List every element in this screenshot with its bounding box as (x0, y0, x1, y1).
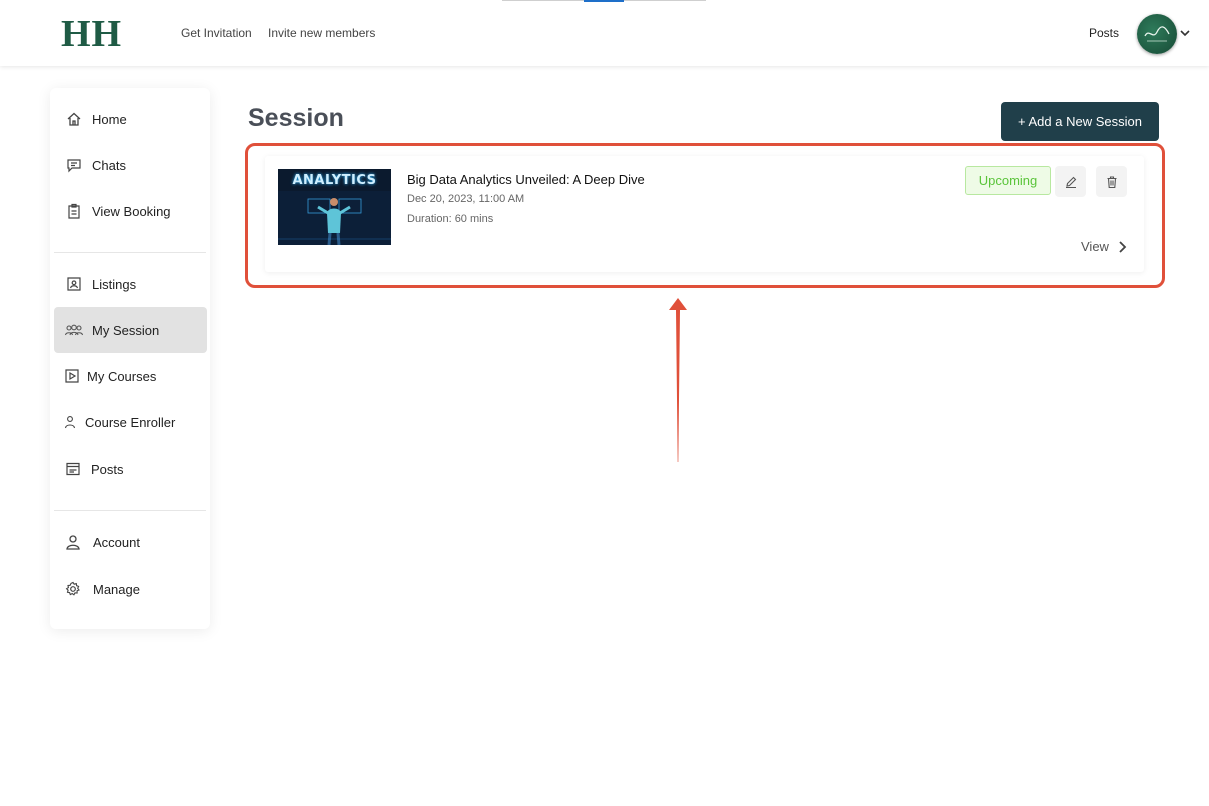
session-thumbnail[interactable]: ANALYTICS (278, 169, 391, 245)
sidebar-item-label: Account (93, 535, 140, 550)
view-label: View (1081, 239, 1109, 254)
invite-members-link[interactable]: Invite new members (268, 26, 375, 40)
sidebar-item-my-session[interactable]: My Session (54, 307, 207, 353)
thumbnail-illustration (278, 191, 391, 245)
loading-progress-fill (584, 0, 624, 2)
sidebar-item-view-booking[interactable]: View Booking (54, 188, 207, 234)
gear-icon (65, 581, 80, 596)
clipboard-icon (68, 203, 80, 219)
session-title[interactable]: Big Data Analytics Unveiled: A Deep Dive (407, 172, 645, 187)
play-square-icon (65, 369, 79, 383)
listing-icon (67, 277, 81, 291)
pencil-icon (1065, 176, 1076, 188)
view-session-link[interactable]: View (1081, 239, 1127, 254)
posts-link[interactable]: Posts (1089, 26, 1119, 40)
sidebar-item-course-enroller[interactable]: Course Enroller (54, 399, 207, 445)
status-badge: Upcoming (965, 166, 1051, 195)
sidebar-item-label: Listings (92, 277, 137, 292)
sidebar-item-label: Home (92, 112, 127, 127)
add-new-session-button[interactable]: + Add a New Session (1001, 102, 1159, 141)
sidebar: Home Chats View Booking Listings My Sess… (50, 88, 210, 629)
home-icon (67, 112, 81, 126)
sidebar-item-account[interactable]: Account (54, 519, 207, 565)
page-title: Session (248, 104, 344, 132)
sidebar-item-chats[interactable]: Chats (54, 142, 207, 188)
chevron-right-icon (1119, 240, 1127, 253)
delete-session-button[interactable] (1096, 166, 1127, 197)
logo[interactable]: HH (61, 12, 122, 56)
sidebar-item-label: Chats (92, 158, 126, 173)
sidebar-item-home[interactable]: Home (54, 96, 207, 142)
sidebar-divider (54, 252, 206, 253)
user-icon (66, 535, 80, 550)
user-avatar[interactable] (1137, 14, 1177, 54)
sidebar-item-label: Posts (91, 462, 124, 477)
sidebar-item-label: Course Enroller (85, 415, 176, 430)
trash-icon (1107, 175, 1116, 188)
sidebar-item-label: My Session (92, 323, 160, 338)
sidebar-item-label: View Booking (92, 204, 171, 219)
sidebar-item-manage[interactable]: Manage (54, 566, 207, 612)
edit-session-button[interactable] (1055, 166, 1086, 197)
sidebar-divider (54, 510, 206, 511)
window-icon (66, 462, 80, 476)
sidebar-item-posts[interactable]: Posts (54, 446, 207, 492)
get-invitation-link[interactable]: Get Invitation (181, 26, 252, 40)
top-navigation-bar: HH Get Invitation Invite new members Pos… (0, 0, 1209, 66)
chat-icon (67, 159, 81, 173)
sidebar-item-my-courses[interactable]: My Courses (54, 353, 207, 399)
group-icon (64, 324, 84, 336)
annotation-arrow-up (669, 298, 687, 462)
session-date: Dec 20, 2023, 11:00 AM (407, 193, 525, 205)
sidebar-item-label: My Courses (87, 369, 157, 384)
chevron-down-icon[interactable] (1179, 27, 1191, 39)
session-duration: Duration: 60 mins (407, 213, 494, 225)
sidebar-item-listings[interactable]: Listings (54, 261, 207, 307)
person-icon (64, 416, 76, 429)
sidebar-item-label: Manage (93, 582, 140, 597)
